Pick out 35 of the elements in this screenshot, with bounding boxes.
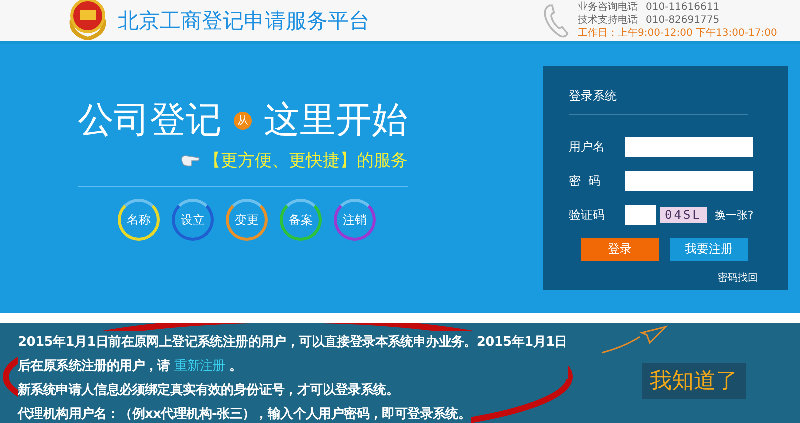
username-field[interactable] <box>625 137 753 157</box>
service-button[interactable]: 名称 <box>118 199 160 241</box>
headline-text: 公司登记 <box>78 99 222 143</box>
service-button[interactable]: 设立 <box>172 199 214 241</box>
paper-plane-icon <box>600 325 670 355</box>
register-button[interactable]: 我要注册 <box>670 238 748 261</box>
forgot-password-link[interactable]: 密码找回 <box>718 271 758 285</box>
refresh-captcha-link[interactable]: 换一张? <box>714 208 754 222</box>
notice-paragraph: 代理机构用户名：（例xx代理机构-张三），输入个人用户密码，即可登录系统。 <box>18 403 472 423</box>
headline-text: 这里开始 <box>264 99 408 143</box>
phone-icon <box>542 2 570 38</box>
pointing-hand-icon <box>181 154 201 168</box>
phone-number: 010-11616611 <box>646 1 720 14</box>
service-button[interactable]: 注销 <box>334 199 376 241</box>
service-button[interactable]: 备案 <box>280 199 322 241</box>
captcha-field[interactable] <box>625 205 656 225</box>
contact-label: 技术支持电话 <box>578 14 638 27</box>
dismiss-button[interactable]: 我知道了 <box>642 363 746 399</box>
login-title: 登录系统 <box>569 88 748 115</box>
password-field[interactable] <box>625 171 753 191</box>
badge: 从 <box>234 112 252 130</box>
tagline-text: 【更方便、更快捷】的服务 <box>204 150 408 172</box>
captcha-image: 04SL <box>660 207 707 223</box>
field-label: 验证码 <box>569 206 606 224</box>
field-label: 密 码 <box>569 172 602 190</box>
emblem-icon <box>68 0 108 40</box>
login-button[interactable]: 登录 <box>581 238 659 261</box>
notice-paragraph: 2015年1月1日前在原网上登记系统注册的用户，可以直接登录本系统申办业务。2015年1月1日后在原系统注册的用户，请 重新注册 。 <box>18 331 568 379</box>
service-button[interactable]: 变更 <box>226 199 268 241</box>
field-label: 用户名 <box>569 138 606 156</box>
contact-label: 业务咨询电话 <box>578 1 638 14</box>
phone-number: 010-82691775 <box>646 14 720 27</box>
site-title: 北京工商登记申请服务平台 <box>118 8 370 34</box>
office-hours: 工作日：上午9:00-12:00 下午13:00-17:00 <box>578 27 778 40</box>
reregister-link[interactable]: 重新注册 <box>174 359 226 374</box>
